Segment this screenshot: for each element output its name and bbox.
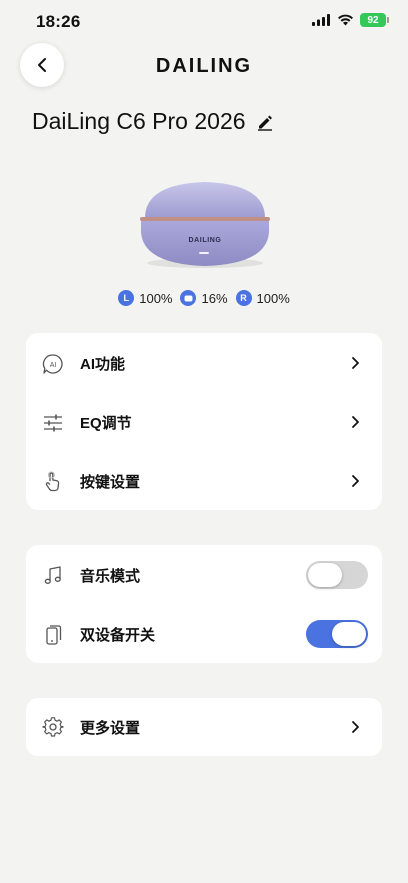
gear-icon: [42, 717, 64, 739]
earbuds-case-image: DAILING: [140, 182, 270, 268]
sliders-icon: [42, 412, 64, 434]
case-battery-value: 16%: [201, 290, 228, 306]
menu-item-music-mode: 音乐模式: [26, 546, 382, 604]
menu-item-more-settings[interactable]: 更多设置: [26, 698, 382, 756]
cellular-signal-icon: [312, 14, 330, 26]
battery-level: 92: [367, 14, 379, 26]
left-battery-value: 100%: [139, 290, 173, 306]
edit-name-icon[interactable]: [256, 113, 274, 131]
case-icon: [180, 290, 197, 306]
menu-item-eq[interactable]: EQ调节: [26, 393, 382, 451]
menu-item-label: 双设备开关: [80, 626, 156, 644]
right-battery-value: 100%: [256, 290, 290, 306]
menu-item-label: 按键设置: [80, 473, 141, 491]
menu-item-ai[interactable]: AI AI功能: [26, 334, 382, 392]
toggle-knob: [308, 563, 342, 587]
chevron-right-icon: [352, 475, 359, 487]
left-earbud-badge: L: [118, 290, 135, 306]
music-note-icon: [42, 565, 64, 587]
chevron-right-icon: [352, 721, 359, 733]
menu-item-label: EQ调节: [80, 414, 132, 432]
device-name: DaiLing C6 Pro 2026: [32, 108, 246, 134]
case-brand-label: DAILING: [189, 237, 222, 244]
dual-device-toggle[interactable]: [306, 620, 368, 648]
menu-item-label: AI功能: [80, 355, 126, 373]
menu-item-buttons[interactable]: 按键设置: [26, 452, 382, 510]
case-battery: 16%: [180, 290, 228, 306]
dual-device-icon: [42, 624, 64, 646]
status-icons: 92: [312, 13, 389, 27]
right-earbud-badge: R: [235, 290, 252, 306]
menu-item-label: 音乐模式: [80, 567, 141, 585]
ai-chat-icon: AI: [42, 353, 64, 375]
chevron-right-icon: [352, 357, 359, 369]
touch-hand-icon: [42, 471, 64, 493]
music-mode-toggle[interactable]: [306, 561, 368, 589]
brand-logo: DAILING: [155, 55, 253, 77]
battery-indicator: 92: [360, 13, 389, 27]
chevron-right-icon: [352, 416, 359, 428]
toggle-knob: [332, 622, 366, 646]
more-settings-card: 更多设置: [26, 698, 382, 756]
wifi-icon: [338, 14, 353, 26]
svg-text:AI: AI: [50, 362, 57, 369]
modes-card: 音乐模式 双设备开关: [26, 545, 382, 663]
device-title-row: DaiLing C6 Pro 2026: [32, 108, 274, 135]
left-earbud-battery: L 100%: [118, 290, 172, 306]
status-bar: 18:26 92: [0, 0, 408, 44]
battery-status-row: L 100% 16% R 100%: [0, 290, 408, 306]
menu-item-dual-device: 双设备开关: [26, 605, 382, 663]
right-earbud-battery: R 100%: [235, 290, 290, 306]
features-card: AI AI功能 EQ调节 按键设置: [26, 333, 382, 510]
menu-item-label: 更多设置: [80, 719, 141, 737]
status-time: 18:26: [36, 12, 81, 31]
